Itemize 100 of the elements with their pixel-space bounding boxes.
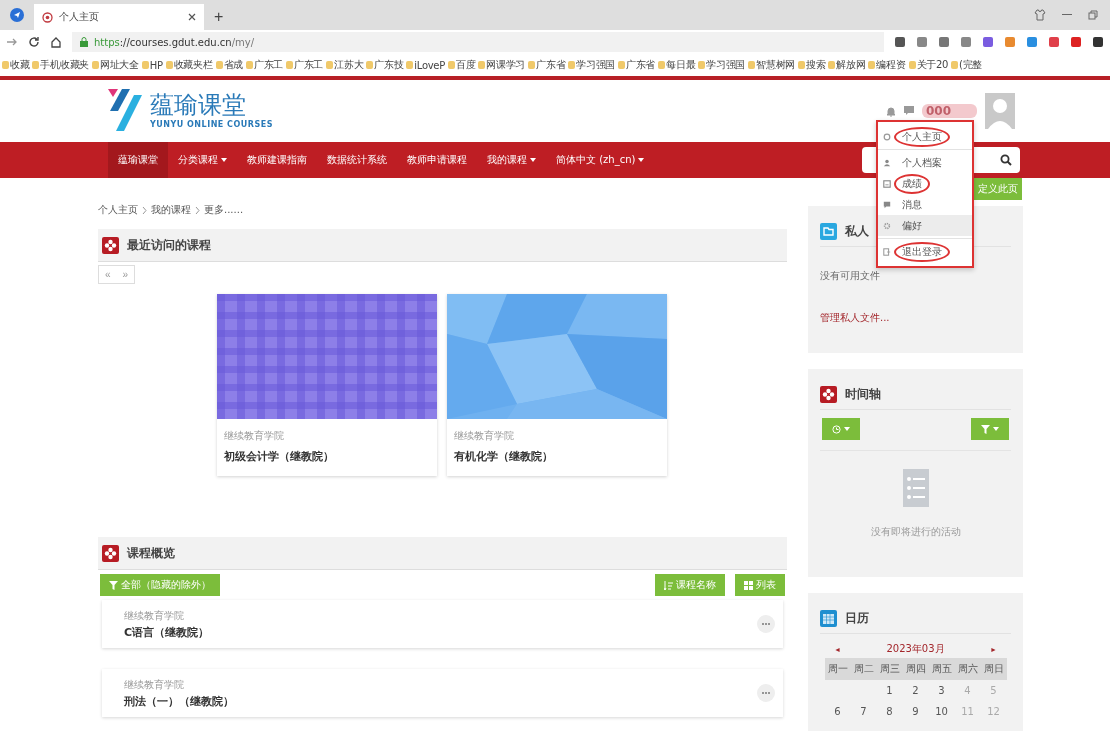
menu-item[interactable]: 偏好 (878, 215, 972, 236)
course-row[interactable]: 继续教育学院 C语言（继教院） (102, 600, 783, 648)
breadcrumb-item: 更多...... (204, 203, 244, 217)
menu-item[interactable]: 个人档案 (878, 152, 972, 173)
browser-logo-icon (10, 8, 24, 22)
sort-icon (664, 580, 673, 590)
nav-item[interactable]: 简体中文 (zh_cn) (546, 142, 655, 178)
weekday-header: 周六 (954, 658, 981, 680)
manage-files-link[interactable]: 管理私人文件... (820, 311, 1011, 325)
course-card[interactable]: 继续教育学院 初级会计学（继教院） (217, 294, 437, 476)
chat-icon (883, 200, 891, 209)
bookmark-item[interactable]: 智慧树网 (748, 58, 795, 72)
course-name[interactable]: 刑法（一）（继教院） (124, 693, 234, 709)
bookmark-item[interactable]: (完整 (951, 58, 983, 72)
calendar-day[interactable]: 9 (902, 701, 929, 722)
empty-text: 没有可用文件 (820, 269, 881, 283)
bookmark-item[interactable]: 江苏大 (326, 58, 364, 72)
toolbar-icon[interactable] (1092, 36, 1104, 48)
forward-icon[interactable] (6, 36, 18, 48)
calendar-day[interactable]: 3 (928, 680, 955, 701)
block-title: 私人 (845, 222, 869, 240)
block-title: 最近访问的课程 (127, 236, 211, 254)
clock-icon (832, 424, 841, 434)
nav-item[interactable]: 我的课程 (477, 142, 546, 178)
shirt-icon[interactable] (1034, 9, 1046, 21)
gear-icon (883, 221, 891, 230)
bookmark-item[interactable]: 广东省 (618, 58, 656, 72)
bookmark-item[interactable]: 百度 (447, 58, 476, 72)
breadcrumb-item[interactable]: 我的课程 (151, 203, 191, 217)
filter-button[interactable] (971, 418, 1009, 440)
month-title: 2023年03月 (886, 642, 945, 656)
menu-label: 消息 (901, 197, 923, 212)
menu-item[interactable]: 消息 (878, 194, 972, 215)
circled-label: 退出登录 (894, 241, 950, 262)
calendar-day[interactable]: 8 (876, 701, 903, 722)
course-name[interactable]: 初级会计学（继教院） (224, 449, 430, 464)
calendar-day[interactable]: 6 (824, 701, 851, 722)
weekday-header: 周五 (928, 658, 955, 680)
new-tab-button[interactable]: + (214, 8, 224, 26)
course-name[interactable]: 有机化学（继教院） (454, 449, 660, 464)
calendar-day[interactable]: 2 (902, 680, 929, 701)
more-icon[interactable] (757, 684, 775, 702)
bookmark-item[interactable]: 省成 (215, 58, 243, 72)
bookmark-item[interactable]: 手机收藏夹 (32, 58, 89, 72)
bookmark-item[interactable]: 收藏 (2, 58, 30, 72)
chat-icon[interactable] (903, 106, 914, 116)
bookmark-item[interactable]: 网课学习 (478, 58, 526, 72)
nav-item[interactable]: 蕴瑜课堂 (108, 142, 168, 178)
bell-icon[interactable] (885, 105, 896, 117)
close-icon[interactable] (188, 13, 196, 21)
empty-text: 没有即将进行的活动 (870, 525, 961, 539)
weekday-header: 周二 (850, 658, 877, 680)
bookmark-item[interactable]: iLoveP (406, 59, 445, 71)
bookmark-item[interactable]: 搜索 (797, 58, 826, 72)
time-filter-button[interactable] (822, 418, 860, 440)
course-row[interactable]: 继续教育学院 刑法（一）（继教院） (102, 669, 783, 717)
menu-item[interactable]: 个人主页 (878, 126, 972, 147)
nav-item[interactable]: 教师申请课程 (397, 142, 477, 178)
bookmark-item[interactable]: 网址大全 (91, 58, 139, 72)
course-category: 继续教育学院 (224, 429, 285, 443)
menu-item[interactable]: 退出登录 (878, 241, 972, 262)
address-field[interactable]: https://courses.gdut.edu.cn/my/ (72, 32, 884, 52)
bookmark-item[interactable]: 每日最 (658, 58, 696, 72)
calendar-day[interactable]: 1 (876, 680, 903, 701)
course-card[interactable]: 继续教育学院 有机化学（继教院） (447, 294, 667, 476)
logo-subtitle: YUNYU ONLINE COURSES (150, 120, 273, 129)
lock-icon (80, 37, 88, 47)
calendar-day[interactable]: 10 (928, 701, 955, 722)
bookmark-item[interactable]: 关于20 (908, 58, 949, 72)
menu-label: 偏好 (901, 218, 923, 233)
nav-item[interactable]: 教师建课指南 (237, 142, 317, 178)
bookmark-item[interactable]: 广东技 (366, 58, 404, 72)
folder-icon (820, 222, 837, 240)
search-icon[interactable] (1000, 154, 1012, 166)
weekday-header: 周三 (876, 658, 903, 680)
restore-icon[interactable] (1088, 10, 1098, 20)
breadcrumb-item[interactable]: 个人主页 (98, 203, 138, 217)
block-title: 时间轴 (845, 385, 881, 403)
bookmark-item[interactable]: 广东工 (286, 58, 324, 72)
bookmark-item[interactable]: 学习强国 (698, 58, 746, 72)
menu-item[interactable]: 成绩 (878, 173, 972, 194)
toolbar-icon[interactable] (894, 36, 906, 48)
bookmark-item[interactable]: 解放网 (828, 58, 866, 72)
minimize-icon[interactable] (1062, 14, 1072, 16)
bookmark-item[interactable]: 学习强国 (568, 58, 616, 72)
bookmark-item[interactable]: 广东工 (245, 58, 283, 72)
reload-icon[interactable] (28, 36, 40, 48)
caret-icon (844, 427, 850, 431)
bookmark-item[interactable]: HP (141, 59, 163, 71)
browser-tab[interactable]: 个人主页 (34, 4, 204, 30)
bookmark-item[interactable]: 收藏夹栏 (165, 58, 213, 72)
course-name[interactable]: C语言（继教院） (124, 624, 210, 640)
emblem-icon (42, 11, 53, 23)
calendar-day[interactable]: 7 (850, 701, 877, 722)
bookmark-item[interactable]: 广东省 (528, 58, 566, 72)
bookmark-item[interactable]: 编程资 (868, 58, 906, 72)
nav-item[interactable]: 分类课程 (168, 142, 237, 178)
home-icon[interactable] (50, 36, 62, 48)
more-icon[interactable] (757, 615, 775, 633)
nav-item[interactable]: 数据统计系统 (317, 142, 397, 178)
